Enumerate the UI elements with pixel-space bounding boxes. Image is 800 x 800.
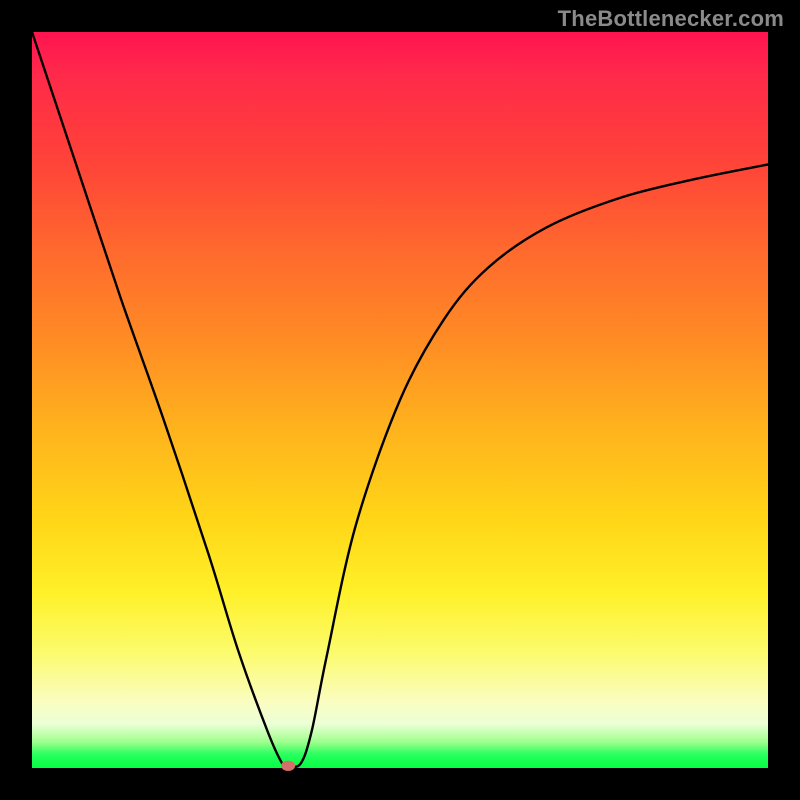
min-point-marker xyxy=(281,761,295,771)
attribution-text: TheBottlenecker.com xyxy=(558,6,784,32)
chart-frame: TheBottlenecker.com xyxy=(0,0,800,800)
bottleneck-curve xyxy=(32,32,768,767)
curve-layer xyxy=(32,32,768,768)
